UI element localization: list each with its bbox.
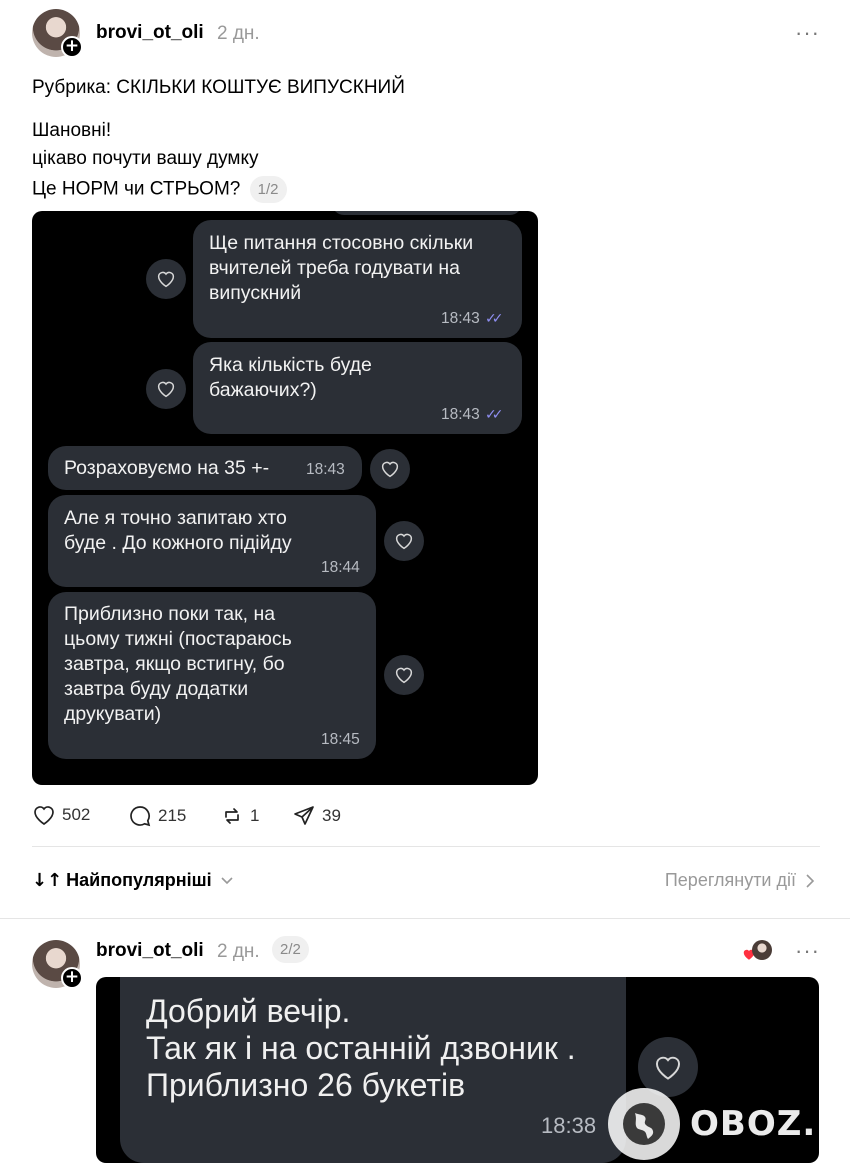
chevron-right-icon <box>806 873 815 888</box>
read-checks-icon: ✓✓ <box>485 406 504 422</box>
repost-icon <box>225 808 239 824</box>
sort-dropdown[interactable]: ↓↑ Найпопулярніші <box>32 870 234 891</box>
watermark: OBOZ.UA <box>608 1088 850 1160</box>
divider <box>32 846 820 847</box>
chat-message-text: Добрий вечір. Так як і на останній дзвон… <box>146 993 576 1103</box>
chat-bubble: Приблизно поки так, на цьому тижні (пост… <box>48 592 376 759</box>
post-text-line: Це НОРМ чи СТРЬОМ? <box>32 178 241 200</box>
chat-message-time: 18:43 <box>441 406 480 423</box>
watermark-text: OBOZ.UA <box>690 1104 850 1144</box>
chat-message-time: 18:38 <box>541 1113 597 1138</box>
chat-bubble: Розраховуємо на 35 +- 18:43 <box>48 446 362 490</box>
react-heart-icon[interactable] <box>146 259 186 299</box>
chat-message-time: 18:45 <box>321 731 360 748</box>
chat-message-time: 18:43 <box>441 310 480 327</box>
like-count: 502 <box>62 805 91 824</box>
chat-bubble: Ще питання стосовно скільки вчителей тре… <box>193 220 522 338</box>
username[interactable]: brovi_ot_oli <box>96 22 204 44</box>
like-button[interactable]: 502 <box>32 804 90 826</box>
chat-message-time: 18:44 <box>321 559 360 576</box>
view-activity-label: Переглянути дії <box>664 870 796 890</box>
post-time: 2 дн. <box>217 941 260 962</box>
section-divider <box>0 918 850 919</box>
react-heart-icon[interactable] <box>146 369 186 409</box>
post-text-line: Шановні! <box>32 120 112 141</box>
share-count: 39 <box>322 806 341 825</box>
post-text-line-with-pager: Це НОРМ чи СТРЬОМ? 1/2 <box>32 176 287 203</box>
liked-by-avatar[interactable] <box>742 940 772 962</box>
react-heart-icon[interactable] <box>384 521 424 561</box>
repost-button[interactable]: 1 <box>220 804 259 828</box>
globe-logo-icon <box>608 1088 680 1160</box>
chat-bubble: Яка кількість буде бажаючих?) 18:43 ✓✓ <box>193 342 522 434</box>
post-time: 2 дн. <box>217 23 260 44</box>
react-heart-icon[interactable] <box>370 449 410 489</box>
image-pager: 2/2 <box>272 936 309 963</box>
follow-plus-icon[interactable]: + <box>61 967 83 989</box>
heart-icon <box>34 806 54 826</box>
more-options-icon[interactable]: ··· <box>795 938 820 964</box>
follow-plus-icon[interactable]: + <box>61 36 83 58</box>
chat-message-text: Ще питання стосовно скільки вчителей тре… <box>209 232 474 304</box>
comment-count: 215 <box>158 806 187 825</box>
react-heart-icon[interactable] <box>384 655 424 695</box>
chat-message-time: 18:43 <box>306 461 345 478</box>
post-text-line: Рубрика: СКІЛЬКИ КОШТУЄ ВИПУСКНИЙ <box>32 77 405 98</box>
share-button[interactable]: 39 <box>292 804 341 828</box>
chat-message-text: Яка кількість буде бажаючих?) <box>209 354 372 401</box>
post-text-line: цікаво почути вашу думку <box>32 148 259 169</box>
chat-bubble-partial <box>332 211 522 215</box>
chat-bubble: Але я точно запитаю хто буде . До кожног… <box>48 495 376 587</box>
comment-icon <box>130 806 151 827</box>
more-options-icon[interactable]: ··· <box>795 20 820 46</box>
chat-bubble: Добрий вечір. Так як і на останній дзвон… <box>120 977 626 1163</box>
sort-arrows-icon: ↓↑ <box>32 870 63 891</box>
chat-screenshot-image[interactable]: Ще питання стосовно скільки вчителей тре… <box>32 211 538 785</box>
chat-message-text: Приблизно поки так, на цьому тижні (пост… <box>64 603 292 725</box>
view-activity-link[interactable]: Переглянути дії <box>665 870 816 891</box>
chat-message-text: Розраховуємо на 35 +- <box>64 457 270 479</box>
image-pager: 1/2 <box>249 176 287 203</box>
comment-button[interactable]: 215 <box>128 804 186 828</box>
read-checks-icon: ✓✓ <box>485 310 504 326</box>
chat-message-text: Але я точно запитаю хто буде . До кожног… <box>64 507 292 554</box>
sort-label: Найпопулярніші <box>66 870 212 890</box>
username[interactable]: brovi_ot_oli <box>96 940 204 962</box>
chevron-down-icon <box>221 876 233 884</box>
send-icon <box>294 806 314 825</box>
repost-count: 1 <box>250 806 260 825</box>
